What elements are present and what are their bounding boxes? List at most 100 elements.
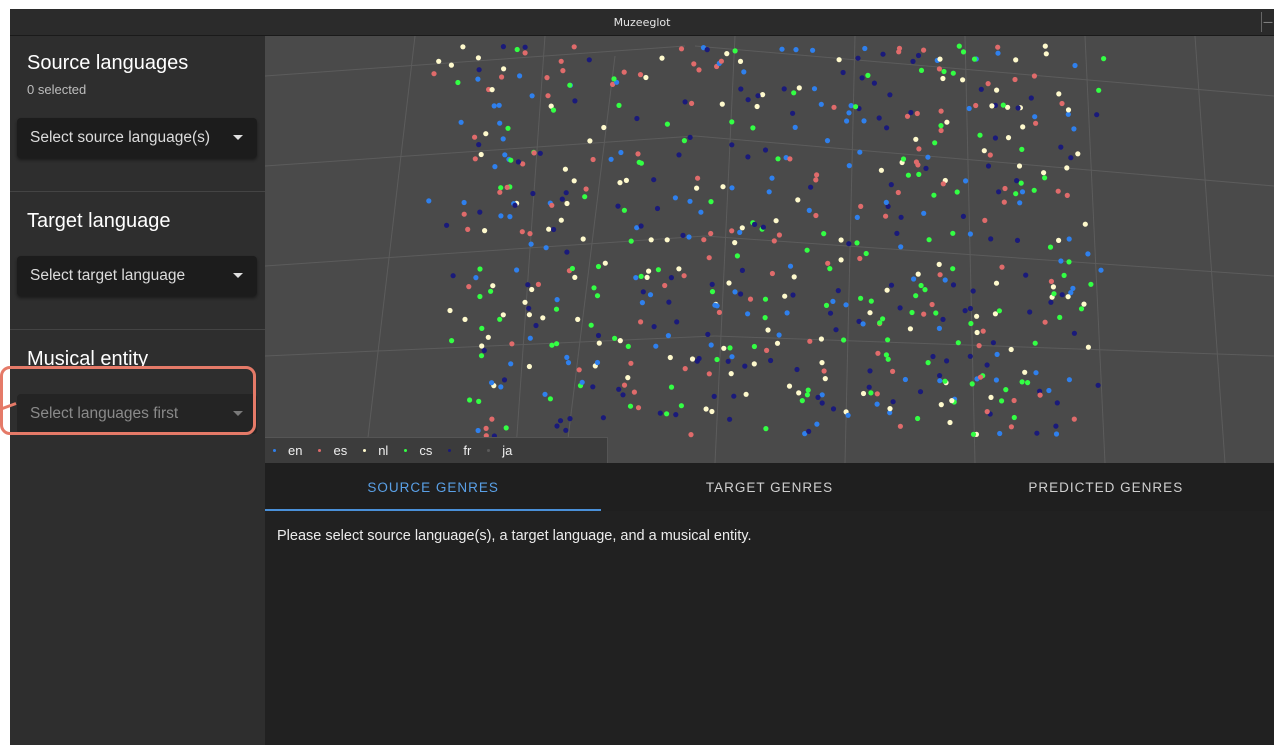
- data-point: [868, 298, 874, 304]
- tab-source-genres[interactable]: SOURCE GENRES: [265, 463, 602, 511]
- data-point: [527, 335, 533, 341]
- data-point: [504, 184, 510, 190]
- app-window: Muzeeglot — Source languages 0 selected …: [10, 9, 1274, 745]
- scatter-canvas[interactable]: [265, 36, 1274, 463]
- data-point: [786, 383, 793, 389]
- data-point: [651, 177, 657, 183]
- data-point: [1043, 51, 1049, 57]
- data-point: [666, 299, 672, 305]
- data-point: [631, 389, 637, 395]
- legend-item-ja[interactable]: ja: [487, 443, 512, 458]
- data-point: [938, 402, 944, 408]
- data-point: [625, 343, 631, 349]
- legend-item-en[interactable]: en: [273, 443, 302, 458]
- data-point: [567, 416, 573, 422]
- data-point: [1000, 102, 1006, 108]
- data-point: [774, 340, 781, 346]
- data-point: [853, 104, 859, 110]
- data-point: [708, 230, 714, 237]
- data-point: [950, 266, 956, 272]
- data-point: [769, 270, 775, 277]
- data-point: [689, 100, 695, 106]
- data-point: [458, 119, 464, 125]
- data-point: [898, 214, 904, 220]
- legend-item-es[interactable]: es: [318, 443, 347, 458]
- data-point: [999, 264, 1005, 270]
- data-point: [628, 360, 634, 366]
- data-point: [725, 358, 731, 364]
- data-point: [1095, 382, 1101, 388]
- embedding-3d-plot[interactable]: en es nl cs fr ja: [265, 36, 1274, 463]
- data-point: [926, 237, 932, 243]
- data-point: [571, 44, 577, 50]
- legend-item-nl[interactable]: nl: [363, 443, 388, 458]
- data-point: [890, 368, 896, 374]
- legend-label: nl: [378, 443, 389, 458]
- legend-item-fr[interactable]: fr: [448, 443, 471, 458]
- data-point: [779, 46, 785, 52]
- data-point: [795, 197, 801, 203]
- tab-target-genres[interactable]: TARGET GENRES: [601, 463, 937, 511]
- data-point: [995, 50, 1001, 56]
- data-point: [461, 211, 467, 217]
- data-point: [726, 280, 732, 286]
- data-point: [825, 260, 831, 266]
- data-point: [940, 316, 946, 322]
- data-point: [490, 283, 496, 289]
- data-point: [807, 338, 813, 344]
- data-point: [751, 361, 757, 367]
- data-point: [678, 46, 685, 52]
- data-point: [942, 277, 948, 283]
- data-point: [1050, 284, 1056, 290]
- data-point: [974, 329, 980, 336]
- data-point: [887, 92, 893, 98]
- musical-entity-select[interactable]: Select languages first: [17, 394, 257, 434]
- data-point: [966, 105, 972, 112]
- data-point: [695, 175, 701, 181]
- data-point: [1018, 180, 1024, 186]
- data-point: [769, 175, 775, 181]
- source-language-select[interactable]: Select source language(s): [17, 118, 257, 158]
- data-point: [517, 73, 523, 79]
- target-language-select[interactable]: Select target language: [17, 256, 257, 296]
- data-point: [567, 82, 573, 88]
- data-point: [498, 384, 504, 390]
- data-point: [914, 110, 920, 117]
- data-point: [950, 282, 957, 288]
- data-point: [884, 287, 890, 293]
- data-point: [993, 280, 1000, 286]
- minimize-icon[interactable]: —: [1261, 12, 1274, 32]
- data-point: [760, 92, 766, 98]
- data-point: [596, 340, 602, 346]
- data-point: [1072, 62, 1078, 69]
- data-point: [954, 189, 960, 195]
- data-point: [732, 48, 738, 54]
- data-point: [721, 345, 727, 351]
- legend-item-cs[interactable]: cs: [404, 443, 432, 458]
- data-point: [763, 426, 769, 432]
- tab-predicted-genres[interactable]: PREDICTED GENRES: [938, 463, 1274, 511]
- data-point: [1032, 340, 1038, 346]
- data-point: [724, 51, 730, 57]
- data-point: [638, 223, 644, 229]
- data-point: [755, 93, 761, 99]
- data-point: [588, 322, 594, 328]
- data-point: [808, 184, 814, 190]
- data-point: [751, 343, 757, 350]
- data-point: [475, 427, 481, 434]
- data-point: [865, 72, 871, 78]
- data-point: [502, 152, 508, 158]
- data-point: [1034, 430, 1040, 436]
- data-point: [662, 282, 668, 289]
- data-point: [729, 228, 735, 234]
- data-point: [678, 403, 684, 409]
- data-point: [741, 69, 747, 75]
- data-point: [911, 276, 917, 282]
- data-point: [810, 47, 816, 53]
- data-point: [553, 306, 560, 312]
- data-point: [747, 296, 754, 302]
- data-point: [680, 232, 686, 238]
- data-point: [467, 397, 473, 403]
- data-point: [507, 214, 513, 220]
- data-point: [681, 138, 687, 144]
